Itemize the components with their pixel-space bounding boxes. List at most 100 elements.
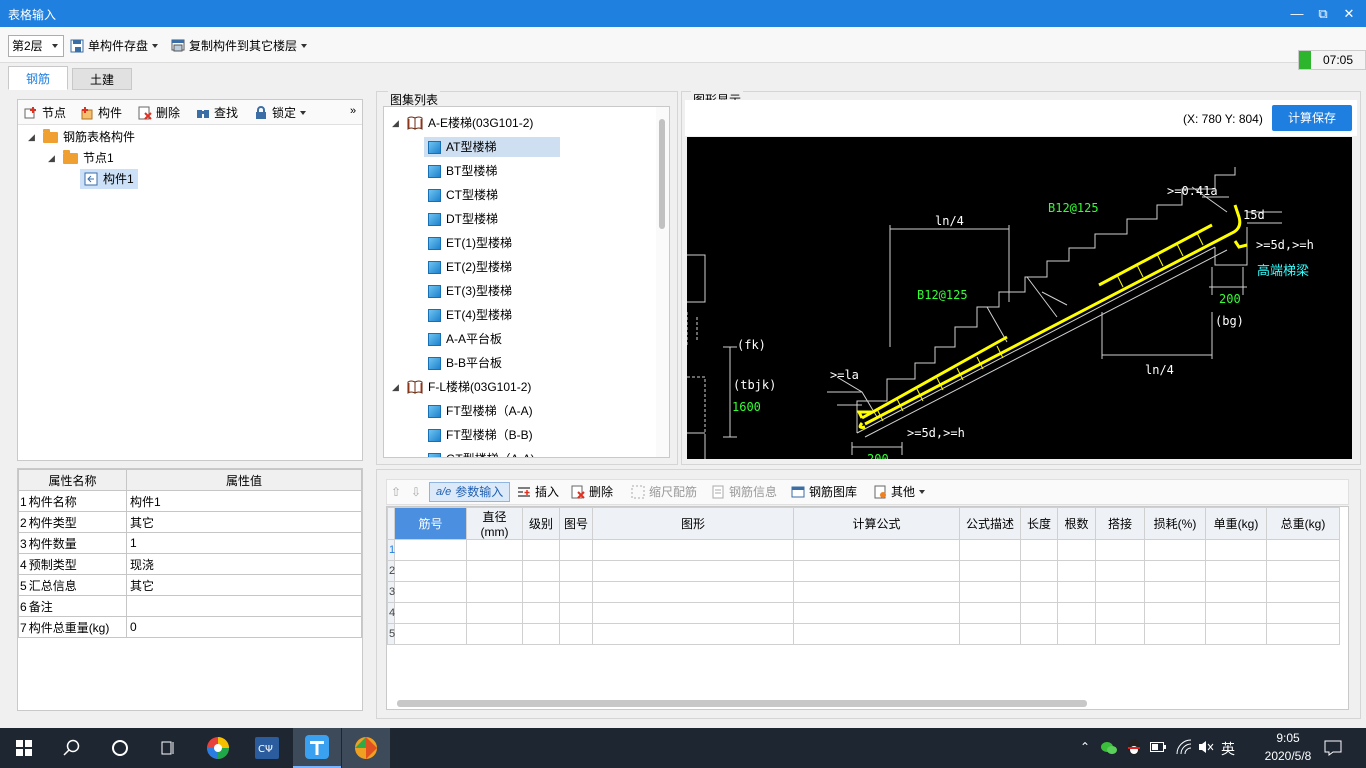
scale-rebar-button[interactable]: 缩尺配筋 xyxy=(631,482,697,502)
property-value[interactable]: 构件1 xyxy=(126,490,362,512)
copy-component-button[interactable]: 复制构件到其它楼层 xyxy=(171,36,308,56)
grid-column-header[interactable]: 总重(kg) xyxy=(1266,507,1340,540)
atlas-item[interactable]: ET(1)型楼梯 xyxy=(424,233,516,253)
grid-cell[interactable] xyxy=(559,581,593,603)
grid-cell[interactable] xyxy=(559,560,593,582)
grid-cell[interactable] xyxy=(1020,539,1058,561)
qq-icon[interactable] xyxy=(1126,738,1142,756)
start-button[interactable] xyxy=(0,728,48,768)
grid-cell[interactable] xyxy=(1095,560,1145,582)
app-rebar-active[interactable] xyxy=(293,728,341,768)
grid-column-header[interactable]: 长度 xyxy=(1020,507,1058,540)
grid-row[interactable]: 5 xyxy=(387,623,1340,645)
property-row[interactable]: 5 汇总信息 其它 xyxy=(18,574,362,596)
grid-cell[interactable] xyxy=(1020,623,1058,645)
grid-cell[interactable] xyxy=(1205,560,1267,582)
property-value[interactable]: 1 xyxy=(126,532,362,554)
grid-cell[interactable] xyxy=(959,623,1021,645)
grid-cell[interactable] xyxy=(1095,581,1145,603)
grid-cell[interactable] xyxy=(1266,560,1340,582)
grid-cell[interactable] xyxy=(1266,539,1340,561)
tab-rebar[interactable]: 钢筋 xyxy=(8,66,68,90)
grid-cell[interactable] xyxy=(959,539,1021,561)
grid-cell[interactable] xyxy=(592,602,794,624)
grid-cell[interactable] xyxy=(1266,581,1340,603)
calc-save-button[interactable]: 计算保存 xyxy=(1272,105,1352,131)
tree-node-1[interactable]: ◢ 节点1 xyxy=(48,148,114,168)
property-row[interactable]: 3 构件数量 1 xyxy=(18,532,362,554)
property-row[interactable]: 6 备注 xyxy=(18,595,362,617)
clock-date[interactable]: 2020/5/8 xyxy=(1252,749,1324,763)
grid-row[interactable]: 1 xyxy=(387,539,1340,561)
grid-cell[interactable] xyxy=(1144,623,1206,645)
grid-cell[interactable] xyxy=(1057,539,1096,561)
grid-cell[interactable] xyxy=(1266,602,1340,624)
grid-cell[interactable] xyxy=(1057,623,1096,645)
wifi-icon[interactable] xyxy=(1176,739,1192,755)
app-browser[interactable] xyxy=(194,728,242,768)
grid-cell[interactable] xyxy=(394,581,467,603)
tray-chevron-icon[interactable]: ⌃ xyxy=(1080,740,1090,754)
atlas-item[interactable]: CT型楼梯 xyxy=(424,185,502,205)
atlas-item[interactable]: DT型楼梯 xyxy=(424,209,502,229)
tree-component-1[interactable]: 构件1 xyxy=(80,169,138,189)
grid-column-header[interactable]: 单重(kg) xyxy=(1205,507,1267,540)
grid-column-header[interactable]: 级别 xyxy=(522,507,560,540)
property-value[interactable]: 现浇 xyxy=(126,553,362,575)
grid-cell[interactable] xyxy=(1057,602,1096,624)
grid-cell[interactable] xyxy=(793,602,960,624)
grid-cell[interactable] xyxy=(522,602,560,624)
atlas-item[interactable]: BT型楼梯 xyxy=(424,161,501,181)
delete-component-button[interactable]: 删除 xyxy=(138,103,180,123)
grid-row[interactable]: 3 xyxy=(387,581,1340,603)
grid-cell[interactable] xyxy=(793,623,960,645)
property-value[interactable]: 其它 xyxy=(126,574,362,596)
insert-button[interactable]: 插入 xyxy=(517,482,559,502)
grid-cell[interactable] xyxy=(959,602,1021,624)
grid-row[interactable]: 4 xyxy=(387,602,1340,624)
grid-cell[interactable] xyxy=(1020,602,1058,624)
grid-cell[interactable] xyxy=(522,539,560,561)
property-row[interactable]: 7 构件总重量(kg) 0 xyxy=(18,616,362,638)
param-input-button[interactable]: a/e 参数输入 xyxy=(429,482,511,502)
grid-cell[interactable] xyxy=(1144,539,1206,561)
grid-column-header[interactable]: 根数 xyxy=(1057,507,1096,540)
grid-cell[interactable] xyxy=(592,560,794,582)
grid-cell[interactable] xyxy=(1095,539,1145,561)
grid-cell[interactable] xyxy=(394,602,467,624)
grid-column-header[interactable]: 直径(mm) xyxy=(466,507,523,540)
grid-cell[interactable] xyxy=(1020,581,1058,603)
atlas-item[interactable]: A-A平台板 xyxy=(424,329,506,349)
grid-cell[interactable] xyxy=(522,560,560,582)
grid-cell[interactable] xyxy=(1144,581,1206,603)
grid-cell[interactable] xyxy=(522,623,560,645)
other-button[interactable]: 其他 xyxy=(873,482,926,502)
rebar-library-button[interactable]: 钢筋图库 xyxy=(791,482,857,502)
grid-cell[interactable] xyxy=(793,581,960,603)
atlas-item[interactable]: ET(3)型楼梯 xyxy=(424,281,516,301)
wechat-icon[interactable] xyxy=(1100,740,1118,756)
grid-cell[interactable] xyxy=(592,623,794,645)
grid-row[interactable]: 2 xyxy=(387,560,1340,582)
close-button[interactable]: ✕ xyxy=(1332,0,1366,27)
cortana-button[interactable] xyxy=(96,728,144,768)
grid-cell[interactable] xyxy=(394,560,467,582)
grid-cell[interactable] xyxy=(466,539,523,561)
add-component-button[interactable]: 构件 xyxy=(80,103,122,123)
grid-column-header[interactable]: 计算公式 xyxy=(793,507,960,540)
property-value[interactable]: 0 xyxy=(126,616,362,638)
grid-cell[interactable] xyxy=(1205,623,1267,645)
atlas-item[interactable]: GT型楼梯（A-A) xyxy=(424,449,539,457)
stair-drawing-canvas[interactable]: ln/4 >=0.41a 15d >=5d,>=h (bg) (fk) (tbj… xyxy=(687,137,1352,459)
rebar-info-button[interactable]: 钢筋信息 xyxy=(711,482,777,502)
grid-column-header[interactable]: 图形 xyxy=(592,507,794,540)
atlas-item[interactable]: FT型楼梯（A-A) xyxy=(424,401,537,421)
atlas-scrollbar[interactable] xyxy=(656,107,669,457)
grid-column-header[interactable]: 图号 xyxy=(559,507,593,540)
grid-column-header[interactable]: 公式描述 xyxy=(959,507,1021,540)
grid-cell[interactable] xyxy=(1095,623,1145,645)
grid-cell[interactable] xyxy=(959,560,1021,582)
grid-column-header[interactable]: 搭接 xyxy=(1095,507,1145,540)
atlas-item[interactable]: AT型楼梯 xyxy=(424,137,560,157)
property-row[interactable]: 4 预制类型 现浇 xyxy=(18,553,362,575)
